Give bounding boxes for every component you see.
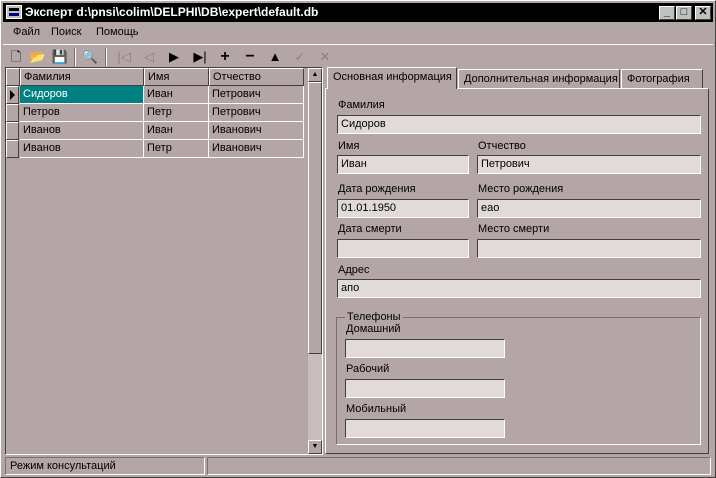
main-window: Эксперт d:\pnsi\colim\DELPHI\DB\expert\d… [0,0,716,478]
table-cell[interactable]: Сидоров [20,86,144,104]
table-cell[interactable]: Иванович [209,140,304,158]
column-header-patronymic[interactable]: Отчество [209,68,304,86]
row-indicator[interactable] [6,140,19,158]
birth-date-field[interactable]: 01.01.1950 [337,199,469,218]
table-cell[interactable]: Петр [144,104,209,122]
current-row-arrow-icon [10,90,15,100]
phones-group-title: Телефоны [345,311,403,323]
row-indicator[interactable] [6,122,19,140]
patronymic-field[interactable]: Петрович [477,155,701,174]
edit-icon[interactable]: ▲ [266,48,284,66]
table-cell[interactable]: Петров [20,104,144,122]
search-refresh-icon[interactable]: 🔍 [81,48,99,66]
name-label: Имя [338,140,360,152]
surname-field[interactable]: Сидоров [337,115,701,134]
grid-corner [6,68,20,86]
tab-photo[interactable]: Фотография [621,69,703,89]
open-folder-icon[interactable]: 📂 [29,48,47,66]
status-bar: Режим консультаций [3,457,713,475]
table-cell[interactable]: Петрович [209,104,304,122]
work-phone-field[interactable] [345,379,505,398]
table-cell[interactable]: Петрович [209,86,304,104]
window-title: Эксперт d:\pnsi\colim\DELPHI\DB\expert\d… [25,5,319,19]
nav-last-icon[interactable]: ▶| [191,48,209,66]
menu-file[interactable]: Файл [13,26,40,38]
scroll-thumb[interactable] [308,82,322,354]
new-file-icon[interactable]: 🗋 [7,48,25,66]
death-place-field[interactable] [477,239,701,258]
save-icon[interactable]: 💾 [51,48,69,66]
birth-place-field[interactable]: еао [477,199,701,218]
toolbar-separator [105,48,107,66]
nav-next-icon[interactable]: ▶ [165,48,183,66]
column-header-surname[interactable]: Фамилия [20,68,144,86]
table-cell[interactable]: Иванов [20,122,144,140]
app-icon[interactable] [6,5,22,19]
cancel-icon[interactable]: ✕ [316,48,334,66]
tab-main-info[interactable]: Основная информация [327,67,457,89]
address-label: Адрес [338,264,370,276]
nav-prior-icon[interactable]: ◁ [140,48,158,66]
table-cell[interactable]: Иванович [209,122,304,140]
birth-place-label: Место рождения [478,183,564,195]
table-cell[interactable]: Иван [144,122,209,140]
table-cell[interactable]: Иванов [20,140,144,158]
table-cell[interactable]: Иван [144,86,209,104]
scroll-down-button[interactable]: ▼ [308,440,322,454]
maximize-button[interactable]: □ [676,6,692,20]
birth-date-label: Дата рождения [338,183,416,195]
records-grid[interactable]: Фамилия Имя Отчество Сидоров Иван Петров… [5,67,323,455]
grid-vertical-scrollbar[interactable]: ▲ ▼ [308,68,322,454]
surname-label: Фамилия [338,99,385,111]
column-header-name[interactable]: Имя [144,68,209,86]
toolbar: 🗋 📂 💾 🔍 |◁ ◁ ▶ ▶| + − ▲ ✓ ✕ [3,44,713,68]
close-button[interactable]: ✕ [695,6,711,20]
row-indicator[interactable] [6,104,19,122]
post-icon[interactable]: ✓ [291,48,309,66]
delete-icon[interactable]: − [241,48,259,66]
title-bar[interactable]: Эксперт d:\pnsi\colim\DELPHI\DB\expert\d… [3,3,713,22]
death-place-label: Место смерти [478,223,550,235]
status-mode: Режим консультаций [5,457,205,475]
status-panel-2 [207,457,711,475]
home-phone-field[interactable] [345,339,505,358]
home-phone-label: Домашний [346,323,401,335]
tab-strip: Основная информация Дополнительная инфор… [325,67,709,89]
death-date-field[interactable] [337,239,469,258]
work-phone-label: Рабочий [346,363,390,375]
tab-additional-info[interactable]: Дополнительная информация [458,69,620,89]
menu-search[interactable]: Поиск [51,26,81,38]
insert-icon[interactable]: + [216,48,234,66]
nav-first-icon[interactable]: |◁ [115,48,133,66]
mobile-phone-field[interactable] [345,419,505,438]
toolbar-separator [74,48,76,66]
mobile-phone-label: Мобильный [346,403,407,415]
address-field[interactable]: апо [337,279,701,298]
scroll-up-button[interactable]: ▲ [308,68,322,82]
row-indicator[interactable] [6,86,19,104]
death-date-label: Дата смерти [338,223,402,235]
minimize-button[interactable]: _ [659,6,675,20]
menu-help[interactable]: Помощь [96,26,139,38]
name-field[interactable]: Иван [337,155,469,174]
patronymic-label: Отчество [478,140,526,152]
table-cell[interactable]: Петр [144,140,209,158]
menu-bar: Файл Поиск Помощь [3,23,713,42]
